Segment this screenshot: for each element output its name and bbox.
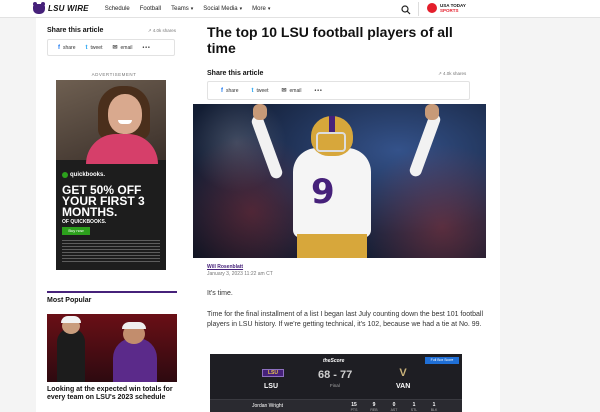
facebook-share-button[interactable]: f share [221, 88, 239, 94]
stat-reb: 9 REB [370, 402, 378, 412]
more-share-options-button[interactable]: ••• [314, 88, 322, 94]
top-nav: LSU WIRE Schedule Football Teams ▾ Social… [0, 0, 600, 18]
full-box-score-button[interactable]: Full Box Score [425, 357, 459, 364]
right-gutter [500, 18, 600, 412]
ad-buy-now-button[interactable]: Buy now [62, 227, 90, 235]
stat-ast: 0 AST [390, 402, 398, 412]
ad-photo [56, 80, 166, 164]
game-status: Final [330, 383, 340, 388]
usa-today-sports-logo[interactable]: USA TODAY SPORTS [427, 3, 466, 13]
advertisement-banner[interactable]: quickbooks. GET 50% OFF YOUR FIRST 3 MON… [56, 80, 166, 270]
email-share-button[interactable]: ✉ email [281, 87, 302, 95]
vanderbilt-team-logo: V [399, 367, 407, 379]
nav-item-schedule[interactable]: Schedule [105, 6, 130, 12]
twitter-icon: t [85, 44, 88, 51]
share-title: Share this article [207, 70, 264, 77]
nav-item-label: Social Media [203, 5, 238, 12]
search-button[interactable] [400, 3, 412, 15]
most-popular-section: Most Popular [47, 291, 177, 304]
site-logo-text: LSU WIRE [48, 4, 89, 13]
twitter-icon: t [251, 87, 254, 94]
email-label: email [289, 87, 302, 94]
ad-subheadline: OF QUICKBOOKS. [62, 219, 107, 225]
email-label: email [120, 44, 133, 51]
share-widget-sidebar: Share this article ↗ 4.0k shares f share … [47, 27, 187, 56]
share-buttons-article: f share t tweet ✉ email ••• [207, 81, 470, 100]
site-logo[interactable]: LSU WIRE [33, 1, 89, 14]
search-icon [401, 5, 411, 15]
player-stat-row: Jordan Wright 15 PTS 9 REB 0 AST 1 STL 1 BLK [210, 399, 462, 412]
game-score: 68 - 77 [318, 369, 353, 381]
away-team-name: VAN [396, 383, 411, 390]
article-paragraph: Time for the final installment of a list… [207, 311, 484, 328]
nav-item-football[interactable]: Football [140, 6, 161, 12]
tweet-label: tweet [90, 44, 103, 51]
facebook-icon: f [221, 87, 223, 94]
most-popular-title: Most Popular [47, 297, 92, 304]
share-count: ↗ 4.0k shares [438, 71, 467, 76]
chevron-down-icon: ▾ [267, 5, 271, 12]
jersey-number: 9 [311, 172, 335, 212]
chevron-down-icon: ▾ [190, 5, 194, 12]
article-headline: The top 10 LSU football players of all t… [207, 24, 453, 56]
stat-pts: 15 PTS [350, 402, 358, 412]
share-count: ↗ 4.0k shares [147, 28, 176, 33]
nav-item-label: Football [139, 5, 162, 12]
twitter-share-button[interactable]: t tweet [252, 88, 269, 94]
tweet-label: tweet [256, 87, 269, 94]
share-label: share [63, 44, 76, 51]
tiger-icon [33, 1, 45, 14]
nav-item-label: More [252, 5, 266, 12]
player-name: Jordan Wright [252, 403, 284, 409]
nav-item-more[interactable]: More ▾ [252, 6, 270, 12]
home-team-name: LSU [264, 383, 278, 390]
nav-item-label: Schedule [104, 5, 130, 12]
author-link[interactable]: Will Rosenblatt [207, 264, 243, 270]
most-popular-image[interactable] [47, 314, 177, 382]
advertisement-label: ADVERTISEMENT [91, 72, 137, 77]
score-embed[interactable]: theScore Full Box Score LSU LSU 68 - 77 … [210, 354, 462, 412]
nav-item-label: Teams [171, 5, 189, 12]
article-paragraph: It's time. [207, 290, 233, 297]
chevron-down-icon: ▾ [239, 5, 243, 12]
nav-item-teams[interactable]: Teams ▾ [171, 6, 193, 12]
facebook-share-button[interactable]: f share [58, 45, 76, 51]
share-label: share [226, 87, 239, 94]
lsu-team-logo: LSU [262, 369, 284, 377]
stat-blk: 1 BLK [430, 402, 438, 412]
nav-items: Schedule Football Teams ▾ Social Media ▾ M… [105, 6, 281, 12]
usa-today-dot-icon [427, 3, 437, 13]
nav-divider [418, 2, 419, 16]
nav-item-social-media[interactable]: Social Media ▾ [203, 6, 242, 12]
thescore-logo: theScore [323, 358, 345, 364]
facebook-icon: f [58, 44, 60, 51]
stat-stl: 1 STL [410, 402, 418, 412]
usa-today-text: USA TODAY SPORTS [440, 3, 466, 13]
quickbooks-logo: quickbooks. [62, 172, 105, 178]
quickbooks-icon [62, 172, 68, 178]
twitter-share-button[interactable]: t tweet [86, 45, 103, 51]
email-share-button[interactable]: ✉ email [112, 44, 133, 52]
email-icon: ✉ [112, 45, 118, 51]
article-hero-image: 9 [193, 104, 486, 258]
more-share-options-button[interactable]: ••• [142, 45, 150, 51]
ad-headline: GET 50% OFF YOUR FIRST 3 MONTHS. [62, 183, 145, 219]
publish-date: January 3, 2023 11:22 am CT [207, 271, 273, 277]
most-popular-headline-link[interactable]: Looking at the expected win totals for e… [47, 386, 179, 402]
email-icon: ✉ [281, 88, 287, 94]
ad-fine-print [62, 240, 160, 264]
share-buttons: f share t tweet ✉ email ••• [47, 39, 175, 56]
